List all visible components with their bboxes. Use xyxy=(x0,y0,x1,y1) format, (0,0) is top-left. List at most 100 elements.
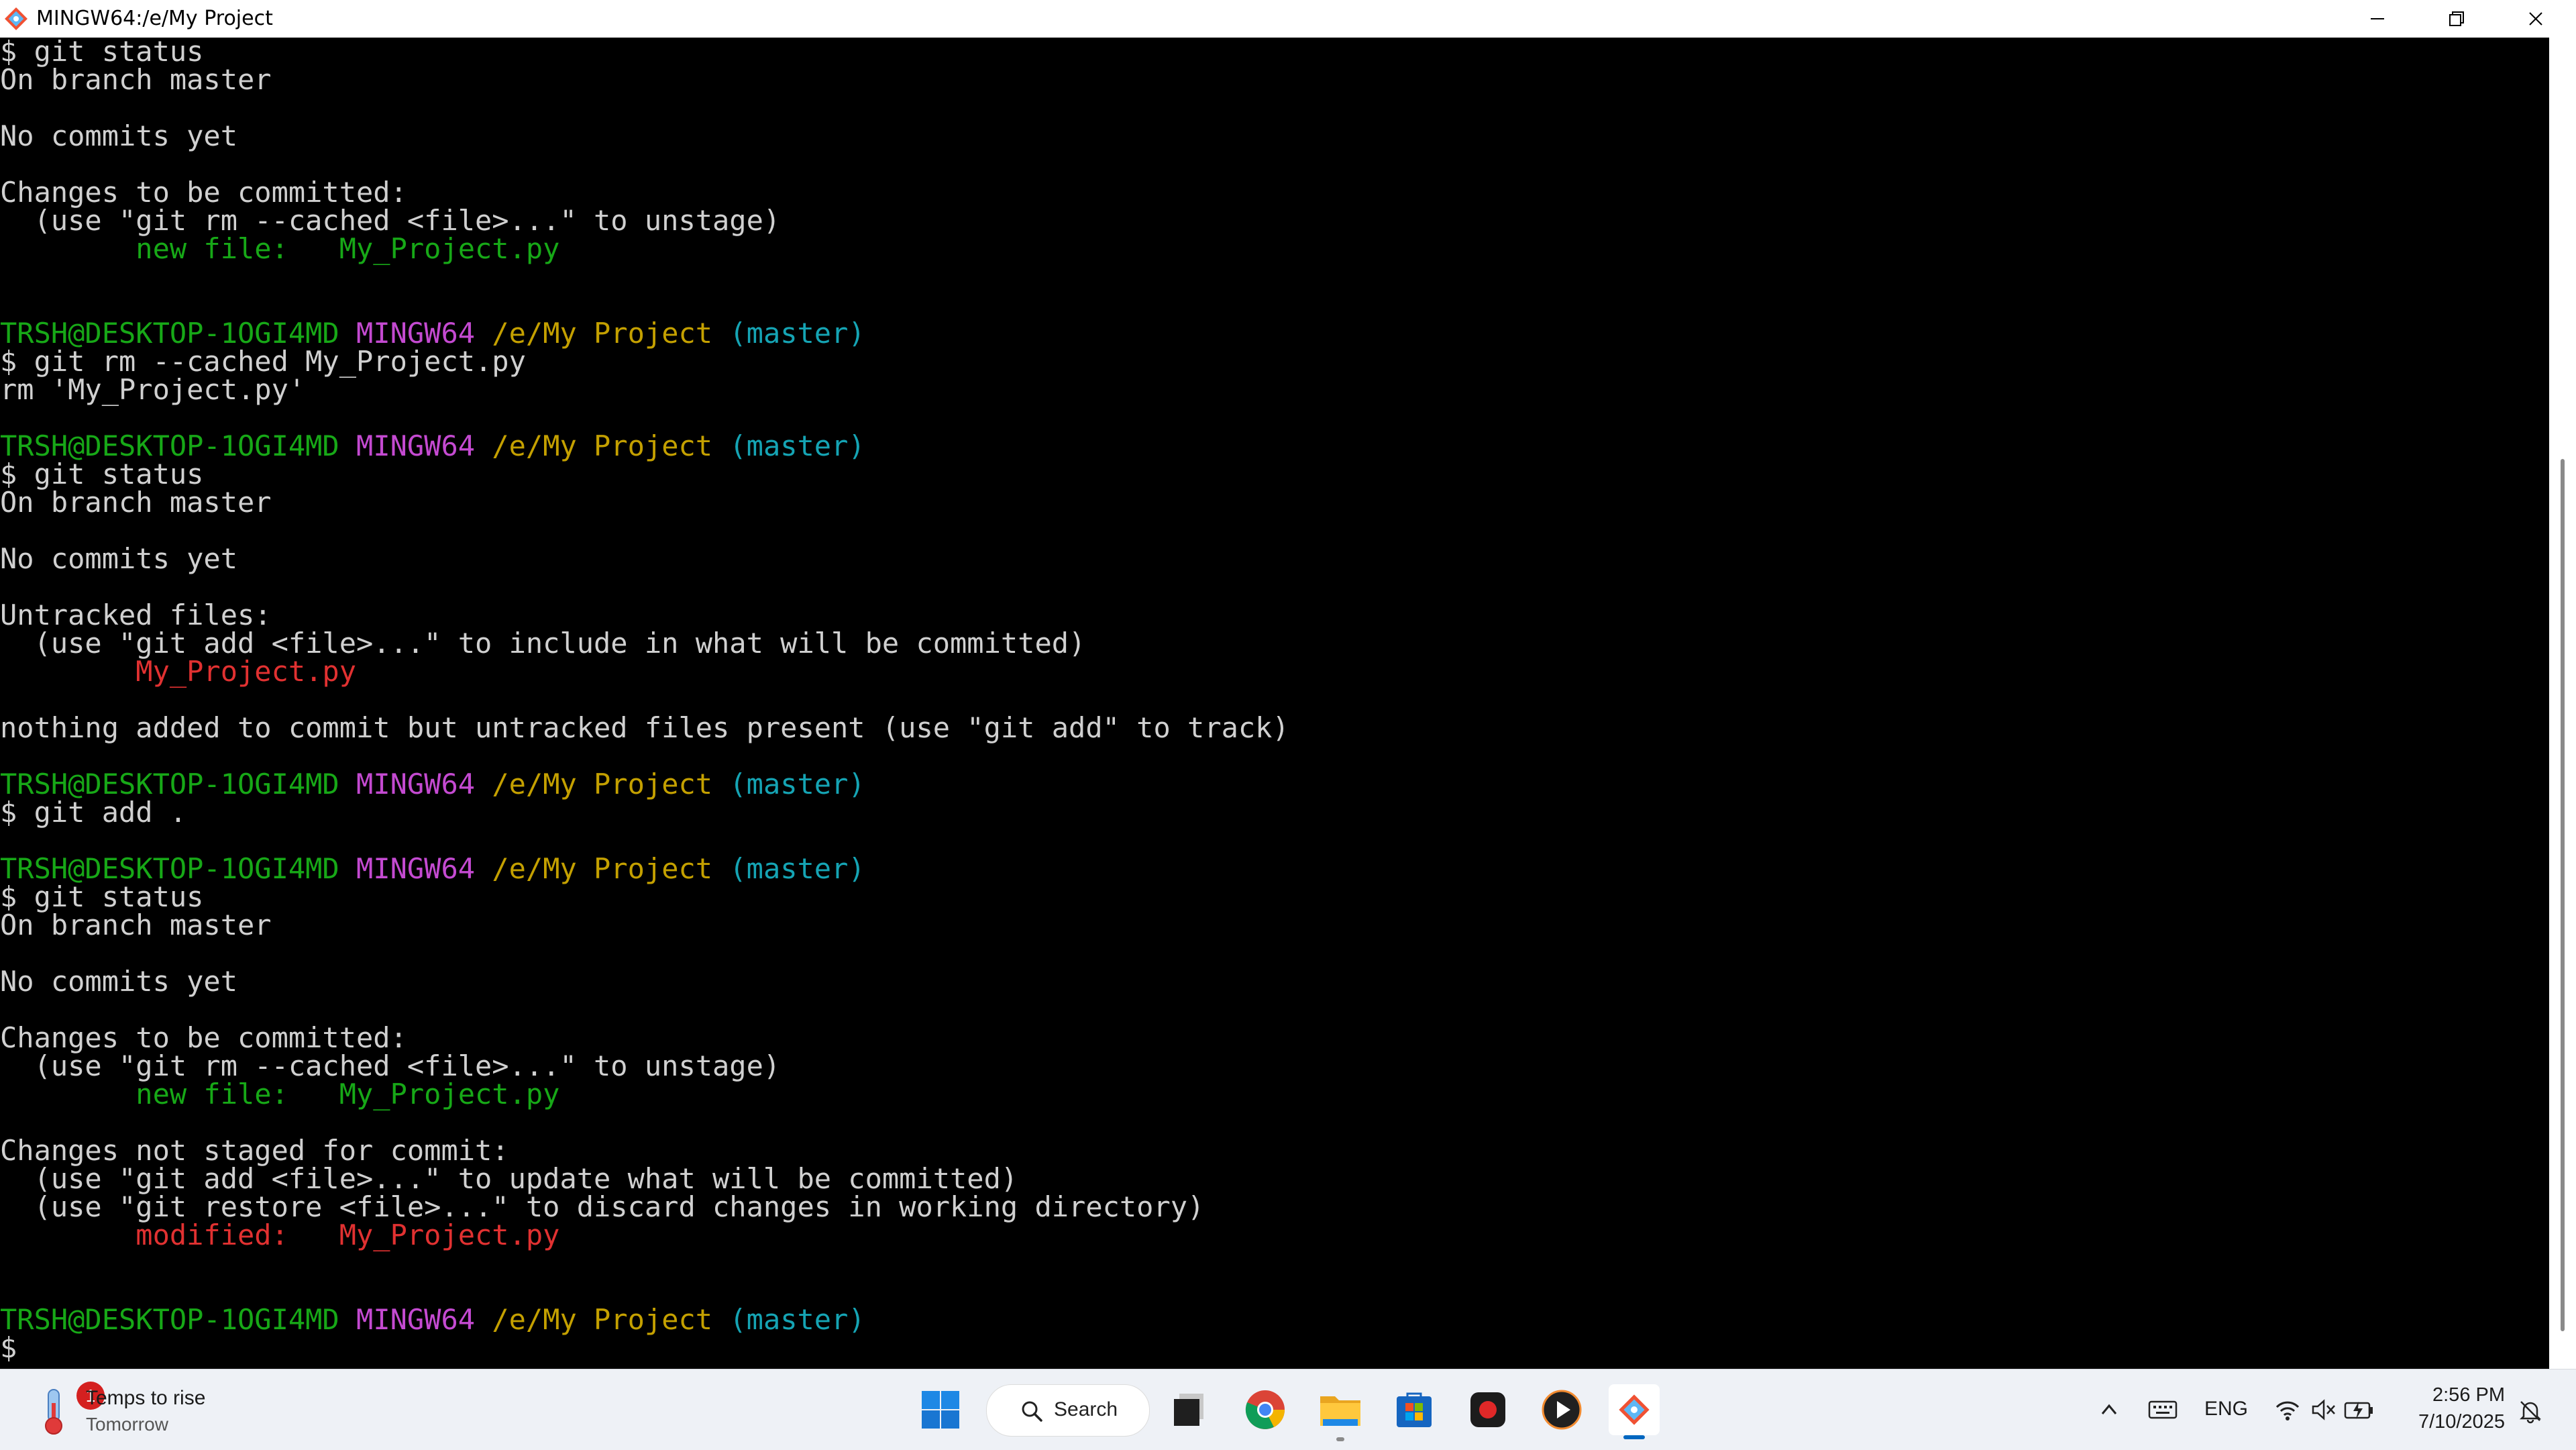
microsoft-store-button[interactable] xyxy=(1389,1384,1440,1435)
window-title-bar[interactable]: MINGW64:/e/My Project xyxy=(0,0,2576,38)
clock-date[interactable]: 7/10/2025 xyxy=(2411,1411,2505,1433)
terminal-text: nothing added to commit but untracked fi… xyxy=(0,711,1289,744)
git-bash-button[interactable] xyxy=(1609,1384,1660,1435)
terminal-line: (use "git rm --cached <file>..." to unst… xyxy=(0,207,1289,235)
terminal-line: $ git status xyxy=(0,38,1289,66)
terminal-text: /e/My Project xyxy=(492,852,713,885)
terminal-text: (master) xyxy=(729,852,865,885)
windows-logo-icon xyxy=(922,1391,959,1429)
terminal-line: $ git status xyxy=(0,883,1289,911)
taskbar-search[interactable]: Search xyxy=(986,1384,1150,1437)
language-indicator[interactable]: ENG xyxy=(2204,1398,2248,1420)
terminal-line: My_Project.py xyxy=(0,658,1289,686)
chevron-up-icon xyxy=(2101,1404,2117,1414)
terminal-text: (master) xyxy=(729,1303,865,1336)
git-bash-app-icon xyxy=(5,7,28,30)
terminal-line: No commits yet xyxy=(0,545,1289,573)
terminal-line: $ xyxy=(0,1334,1289,1362)
terminal-line: No commits yet xyxy=(0,122,1289,150)
folder-icon xyxy=(1320,1396,1360,1426)
terminal-line: nothing added to commit but untracked fi… xyxy=(0,714,1289,742)
terminal-text: No commits yet xyxy=(0,965,238,998)
terminal-line: Changes to be committed: xyxy=(0,178,1289,207)
terminal-line: (use "git restore <file>..." to discard … xyxy=(0,1193,1289,1221)
minimize-icon xyxy=(2371,18,2384,19)
restore-button[interactable] xyxy=(2419,0,2494,38)
terminal-line: TRSH@DESKTOP-1OGI4MD MINGW64 /e/My Proje… xyxy=(0,855,1289,883)
restore-icon xyxy=(2449,11,2464,26)
terminal-text: MINGW64 xyxy=(356,429,476,462)
terminal-line: On branch master xyxy=(0,66,1289,94)
terminal-text: modified: My_Project.py xyxy=(0,1219,560,1251)
screen-recorder-button[interactable] xyxy=(1462,1384,1513,1435)
terminal-text: MINGW64 xyxy=(356,852,476,885)
terminal-text: new file: My_Project.py xyxy=(0,1078,560,1110)
terminal-line: modified: My_Project.py xyxy=(0,1221,1289,1249)
clock-time[interactable]: 2:56 PM xyxy=(2411,1384,2505,1406)
terminal-line: Untracked files: xyxy=(0,601,1289,629)
terminal-text: new file: My_Project.py xyxy=(0,232,560,265)
terminal-text: /e/My Project xyxy=(492,768,713,800)
terminal-scrollbar[interactable] xyxy=(2549,38,2576,1369)
terminal-line: On branch master xyxy=(0,488,1289,517)
close-button[interactable] xyxy=(2498,0,2573,38)
task-view-icon xyxy=(1174,1394,1203,1426)
terminal-text: TRSH@DESKTOP-1OGI4MD xyxy=(0,1303,339,1336)
terminal-text: (master) xyxy=(729,317,865,350)
window-title: MINGW64:/e/My Project xyxy=(36,7,273,30)
show-hidden-icons-button[interactable] xyxy=(2097,1398,2121,1422)
terminal-line: TRSH@DESKTOP-1OGI4MD MINGW64 /e/My Proje… xyxy=(0,319,1289,348)
start-button[interactable] xyxy=(915,1384,966,1435)
battery-charging-icon xyxy=(2344,1402,2373,1419)
search-label: Search xyxy=(1054,1398,1118,1420)
weather-subtitle: Tomorrow xyxy=(86,1414,168,1435)
quick-settings-button[interactable] xyxy=(2274,1396,2375,1423)
scrollbar-thumb[interactable] xyxy=(2561,459,2565,1331)
terminal-text: On branch master xyxy=(0,63,272,96)
volume-muted-icon xyxy=(2312,1399,2335,1420)
terminal-line: (use "git add <file>..." to include in w… xyxy=(0,629,1289,658)
terminal-lines: $ git status On branch master No commits … xyxy=(0,38,1289,1362)
play-icon xyxy=(1542,1390,1582,1430)
git-icon xyxy=(1619,1394,1650,1425)
terminal-text: /e/My Project xyxy=(492,1303,713,1336)
store-icon xyxy=(1397,1392,1432,1427)
chrome-button[interactable] xyxy=(1240,1384,1291,1435)
search-icon xyxy=(1022,1401,1042,1422)
keyboard-icon xyxy=(2148,1400,2178,1419)
terminal-line: new file: My_Project.py xyxy=(0,235,1289,263)
touch-keyboard-button[interactable] xyxy=(2148,1398,2178,1422)
thermometer-icon xyxy=(45,1389,62,1435)
terminal-line: No commits yet xyxy=(0,968,1289,996)
notification-center-button[interactable] xyxy=(2517,1398,2544,1425)
wifi-icon xyxy=(2275,1401,2300,1420)
terminal-line: TRSH@DESKTOP-1OGI4MD MINGW64 /e/My Proje… xyxy=(0,770,1289,798)
media-player-button[interactable] xyxy=(1536,1384,1587,1435)
task-view-button[interactable] xyxy=(1165,1384,1216,1435)
terminal-line: Changes not staged for commit: xyxy=(0,1137,1289,1165)
weather-widget[interactable]: 1 Temps to rise Tomorrow xyxy=(30,1382,231,1438)
minimize-button[interactable] xyxy=(2340,0,2415,38)
terminal-text: MINGW64 xyxy=(356,1303,476,1336)
file-explorer-button[interactable] xyxy=(1315,1384,1366,1435)
terminal-output[interactable]: $ git status On branch master No commits … xyxy=(0,38,2549,1369)
terminal-text: No commits yet xyxy=(0,542,238,575)
terminal-line: Changes to be committed: xyxy=(0,1024,1289,1052)
close-icon xyxy=(2529,12,2542,25)
